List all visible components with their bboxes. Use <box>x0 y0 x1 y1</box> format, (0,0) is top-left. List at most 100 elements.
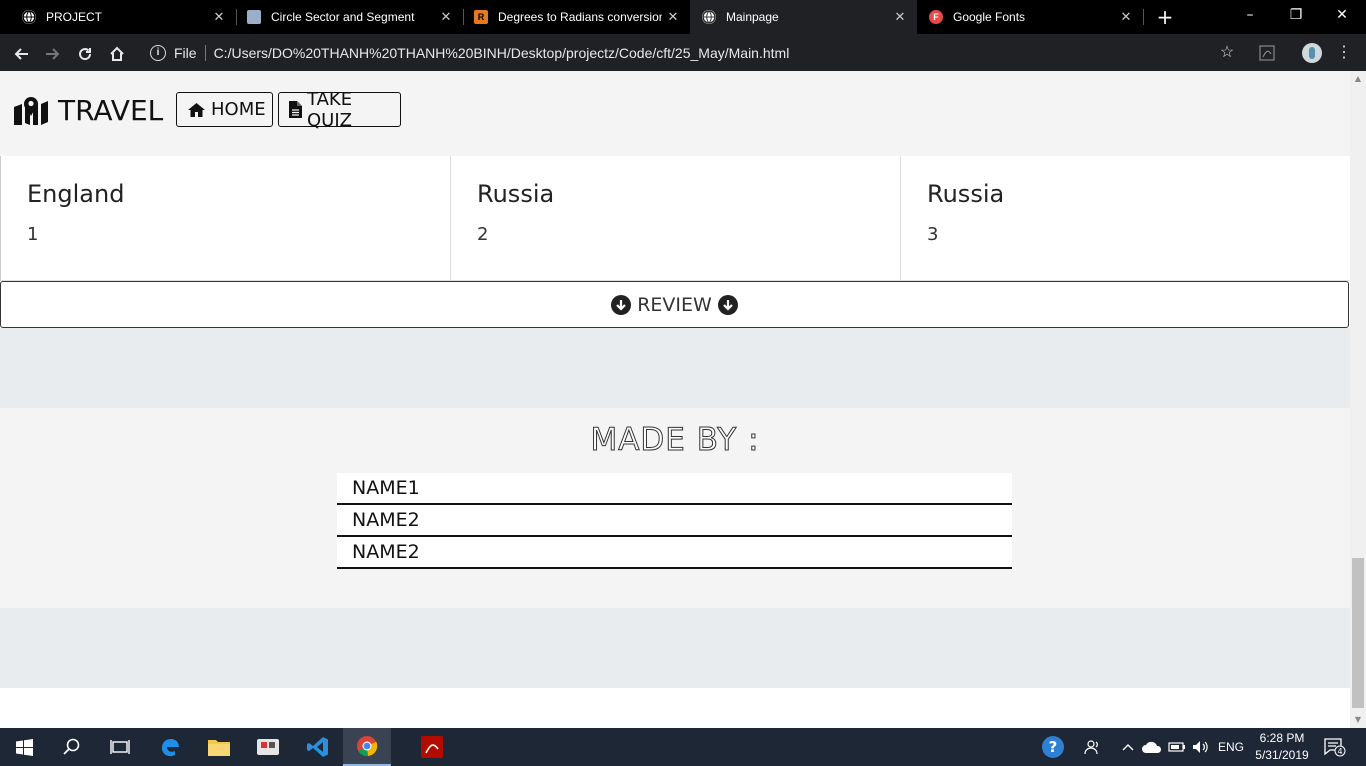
windows-taskbar: ? ENG 6:28 PM 5/31/2019 4 <box>0 728 1366 766</box>
clock-time: 6:28 PM <box>1259 731 1305 745</box>
close-icon[interactable]: ✕ <box>208 9 230 25</box>
scheme-label: File <box>174 44 197 61</box>
home-nav-button[interactable]: HOME <box>176 92 273 127</box>
vscode-icon[interactable] <box>294 728 342 766</box>
page-viewport: TRAVEL HOME TAKE QUIZ England 1 Russia 2… <box>0 71 1350 728</box>
tab-title: Mainpage <box>726 10 779 24</box>
name-row: NAME2 <box>337 505 1012 537</box>
home-icon <box>187 102 206 118</box>
system-clock[interactable]: 6:28 PM 5/31/2019 <box>1248 730 1316 764</box>
acrobat-reader-icon[interactable] <box>408 728 456 766</box>
address-bar[interactable]: i File C:/Users/DO%20THANH%20THANH%20BIN… <box>140 38 1260 67</box>
battery-icon[interactable] <box>1167 728 1187 766</box>
card-title: Russia <box>927 180 1005 208</box>
google-fonts-icon: F <box>929 10 943 24</box>
close-window-button[interactable]: ✕ <box>1320 0 1364 34</box>
brand-label: TRAVEL <box>58 93 164 127</box>
card-title: England <box>27 180 125 208</box>
task-view-icon[interactable] <box>96 728 144 766</box>
tab-project[interactable]: PROJECT ✕ <box>0 0 236 34</box>
arrow-circle-down-icon <box>717 294 738 315</box>
chrome-icon[interactable] <box>343 728 391 766</box>
restore-button[interactable]: ❐ <box>1274 0 1318 34</box>
help-icon[interactable]: ? <box>1040 728 1066 766</box>
onedrive-icon[interactable] <box>1142 728 1162 766</box>
tab-title: Google Fonts <box>953 10 1026 24</box>
scroll-up-icon[interactable]: ▲ <box>1350 71 1366 87</box>
search-icon[interactable] <box>48 728 96 766</box>
site-navbar: TRAVEL HOME TAKE QUIZ <box>0 71 1350 156</box>
browser-tab-strip: PROJECT ✕ Circle Sector and Segment ✕ R … <box>0 0 1366 34</box>
file-text-icon <box>289 101 302 118</box>
made-by-heading: MADE BY : <box>590 422 760 459</box>
language-indicator[interactable]: ENG <box>1218 728 1244 766</box>
forward-button[interactable] <box>37 34 69 71</box>
volume-icon[interactable] <box>1191 728 1211 766</box>
arrow-circle-down-icon <box>611 294 632 315</box>
tab-title: PROJECT <box>46 10 103 24</box>
country-card[interactable]: Russia 3 <box>900 156 1350 281</box>
scroll-down-icon[interactable]: ▼ <box>1350 712 1366 728</box>
take-quiz-label: TAKE QUIZ <box>307 88 353 131</box>
brand[interactable]: TRAVEL <box>14 93 163 127</box>
close-icon[interactable]: ✕ <box>1115 9 1137 25</box>
tab-mainpage[interactable]: Mainpage ✕ <box>690 0 917 34</box>
tab-circle-sector[interactable]: Circle Sector and Segment ✕ <box>237 0 463 34</box>
globe-icon <box>702 10 716 24</box>
image-icon <box>247 10 261 24</box>
card-value: 1 <box>27 224 39 245</box>
menu-kebab-icon[interactable]: ⋮ <box>1334 34 1354 71</box>
names-list: NAME1 NAME2 NAME2 <box>337 473 1012 569</box>
r-logo-icon: R <box>474 10 488 24</box>
country-card[interactable]: Russia 2 <box>450 156 900 281</box>
map-marker-icon <box>14 97 48 125</box>
name-row: NAME2 <box>337 537 1012 569</box>
tab-title: Degrees to Radians conversion <box>498 10 662 24</box>
people-icon[interactable] <box>1083 728 1103 766</box>
profile-avatar[interactable] <box>1302 43 1322 63</box>
url-text[interactable]: C:/Users/DO%20THANH%20THANH%20BINH/Deskt… <box>214 45 790 61</box>
page-scrollbar[interactable]: ▲ ▼ <box>1350 71 1366 728</box>
clock-date: 5/31/2019 <box>1255 748 1309 762</box>
globe-icon <box>22 10 36 24</box>
edge-browser-icon[interactable] <box>146 728 194 766</box>
close-icon[interactable]: ✕ <box>662 9 684 25</box>
svg-text:?: ? <box>1049 738 1058 756</box>
card-value: 2 <box>477 224 489 245</box>
pdf-extension-icon[interactable] <box>1257 34 1277 71</box>
review-button[interactable]: REVIEW <box>0 281 1349 328</box>
tab-title: Circle Sector and Segment <box>271 10 415 24</box>
take-quiz-button[interactable]: TAKE QUIZ <box>278 89 401 131</box>
country-cards: England 1 Russia 2 Russia 3 <box>0 156 1350 281</box>
spacer-band <box>0 328 1350 408</box>
notification-count: 4 <box>1337 747 1342 756</box>
home-button[interactable] <box>101 34 133 71</box>
country-card[interactable]: England 1 <box>0 156 450 281</box>
card-title: Russia <box>477 180 555 208</box>
spacer-band <box>0 608 1350 688</box>
new-tab-button[interactable]: + <box>1152 0 1178 34</box>
snipping-tool-icon[interactable] <box>244 728 292 766</box>
tab-divider <box>1143 9 1144 25</box>
credits-footer: MADE BY : NAME1 NAME2 NAME2 <box>0 408 1350 608</box>
browser-toolbar: i File C:/Users/DO%20THANH%20THANH%20BIN… <box>0 34 1366 71</box>
name-row: NAME1 <box>337 473 1012 505</box>
tab-google-fonts[interactable]: F Google Fonts ✕ <box>917 0 1143 34</box>
address-divider <box>204 44 206 61</box>
review-label: REVIEW <box>637 293 712 316</box>
file-explorer-icon[interactable] <box>195 728 243 766</box>
chevron-up-icon[interactable] <box>1120 728 1136 766</box>
home-nav-label: HOME <box>211 99 266 120</box>
action-center-icon[interactable]: 4 <box>1322 728 1348 766</box>
star-icon[interactable]: ☆ <box>1217 34 1237 71</box>
info-icon[interactable]: i <box>150 44 166 61</box>
card-value: 3 <box>927 224 939 245</box>
close-icon[interactable]: ✕ <box>435 9 457 25</box>
close-icon[interactable]: ✕ <box>889 9 911 25</box>
tab-degrees-radians[interactable]: R Degrees to Radians conversion ✕ <box>464 0 690 34</box>
back-button[interactable] <box>5 34 37 71</box>
reload-button[interactable] <box>69 34 101 71</box>
scroll-thumb[interactable] <box>1352 558 1364 708</box>
minimize-button[interactable]: – <box>1228 0 1272 34</box>
windows-start-icon[interactable] <box>0 728 48 766</box>
